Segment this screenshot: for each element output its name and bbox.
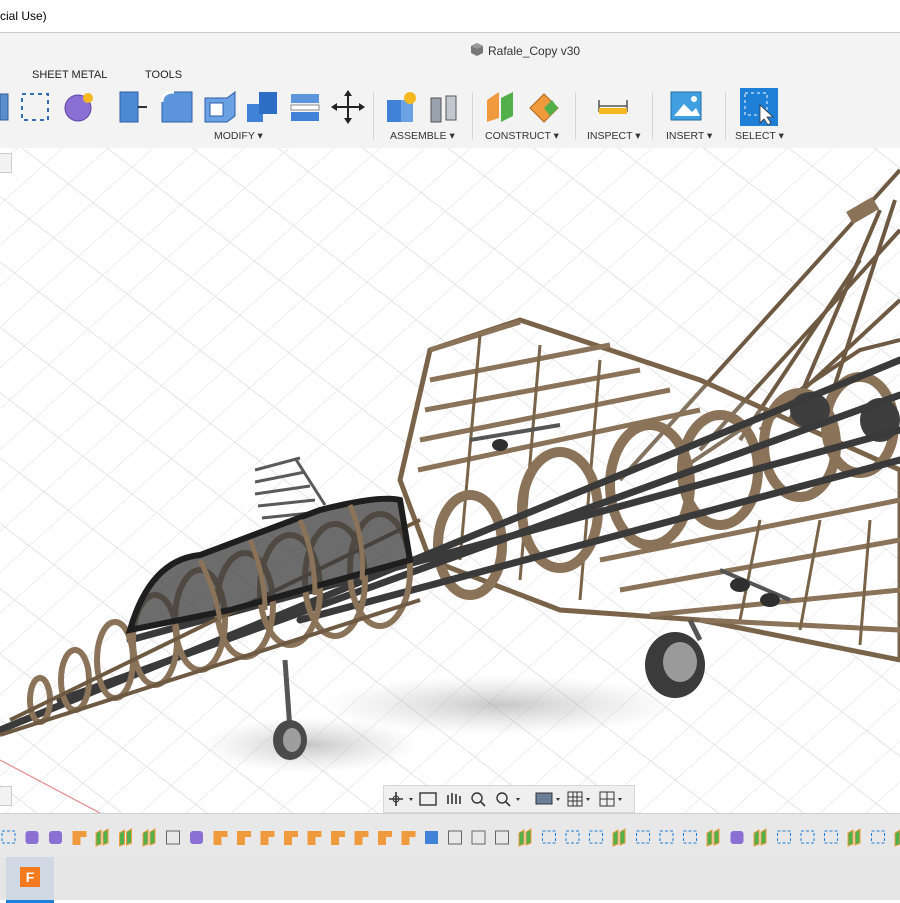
document-title: Rafale_Copy v30 <box>488 44 581 58</box>
timeline-feature-box-icon[interactable] <box>166 830 180 845</box>
design-history-timeline[interactable] <box>0 813 900 858</box>
insert-image-icon[interactable] <box>670 90 702 124</box>
timeline-feature-extrude-icon[interactable] <box>331 831 345 845</box>
joint-icon[interactable] <box>428 90 462 126</box>
timeline-feature-box-icon[interactable] <box>495 830 509 845</box>
timeline-feature-sketch-icon[interactable] <box>565 830 580 844</box>
timeline-feature-sketch-icon[interactable] <box>824 830 838 844</box>
inspect-group-label[interactable]: INSPECT ▾ <box>587 130 641 142</box>
timeline-feature-box-icon[interactable] <box>448 830 462 845</box>
timeline-feature-sketch-icon[interactable] <box>1 830 16 844</box>
modify-group-label[interactable]: MODIFY ▾ <box>214 130 263 142</box>
timeline-feature-extrude-icon[interactable] <box>260 831 275 845</box>
rafale-wireframe-model[interactable] <box>0 148 900 813</box>
press-pull-icon[interactable] <box>118 90 148 126</box>
fusion-taskbar-button[interactable]: F <box>6 857 54 903</box>
insert-group-label[interactable]: INSERT ▾ <box>666 130 712 142</box>
timeline-feature-joint-icon[interactable] <box>518 828 532 847</box>
timeline-feature-extrude-icon[interactable] <box>307 831 322 845</box>
window-title: cial Use) <box>0 9 47 23</box>
timeline-feature-extrude-icon[interactable] <box>72 831 87 845</box>
browser-toggle[interactable] <box>0 153 12 173</box>
fillet-icon[interactable] <box>160 90 194 126</box>
timeline-feature-sketch-icon[interactable] <box>683 830 697 844</box>
construct-group-label[interactable]: CONSTRUCT ▾ <box>485 130 559 142</box>
assemble-group-label[interactable]: ASSEMBLE ▾ <box>390 130 455 142</box>
grid-snaps-icon <box>567 791 583 807</box>
offset-plane-icon[interactable] <box>485 90 519 126</box>
zoom-icon <box>471 792 483 804</box>
timeline-feature-joint-icon[interactable] <box>894 829 900 847</box>
timeline-feature-body-icon[interactable] <box>49 831 62 844</box>
timeline-feature-extrude-icon[interactable] <box>237 831 251 845</box>
display-settings-icon <box>535 792 553 805</box>
look-at-icon <box>419 792 437 806</box>
timeline-features[interactable] <box>0 814 900 858</box>
timeline-feature-body-icon[interactable] <box>190 831 203 844</box>
timeline-feature-joint-icon[interactable] <box>142 828 156 847</box>
window-title-bar: cial Use) <box>0 0 900 33</box>
timeline-feature-sketch-icon[interactable] <box>777 830 791 844</box>
split-body-icon[interactable] <box>289 90 323 126</box>
tab-tools[interactable]: TOOLS <box>145 69 182 81</box>
timeline-feature-body-icon[interactable] <box>25 831 39 844</box>
timeline-feature-joint-icon[interactable] <box>612 828 626 847</box>
document-cube-icon <box>471 43 483 56</box>
timeline-feature-extrude-icon[interactable] <box>213 831 228 845</box>
select-icon[interactable] <box>740 88 778 126</box>
pan-hand-icon <box>447 793 461 804</box>
new-component-icon[interactable] <box>385 90 419 126</box>
timeline-feature-joint-icon[interactable] <box>95 828 109 847</box>
timeline-feature-joint-icon[interactable] <box>753 828 767 847</box>
timeline-feature-sketch-icon[interactable] <box>800 830 815 844</box>
timeline-feature-extrude-icon[interactable] <box>284 831 298 845</box>
3d-canvas-viewport[interactable] <box>0 148 900 813</box>
timeline-feature-joint-icon[interactable] <box>706 828 720 847</box>
timeline-feature-sketch-icon[interactable] <box>636 830 650 844</box>
windows-taskbar: F <box>0 857 900 903</box>
shell-icon[interactable] <box>203 90 237 126</box>
timeline-feature-combine-icon[interactable] <box>425 831 438 844</box>
timeline-feature-sketch-icon[interactable] <box>659 830 674 844</box>
combine-icon[interactable] <box>245 90 279 126</box>
select-group-label[interactable]: SELECT ▾ <box>735 130 784 142</box>
ribbon-separator <box>575 92 576 140</box>
timeline-feature-extrude-icon[interactable] <box>354 831 369 845</box>
plane-at-angle-icon[interactable] <box>528 90 562 126</box>
timeline-feature-extrude-icon[interactable] <box>401 831 416 845</box>
timeline-feature-sketch-icon[interactable] <box>589 830 603 844</box>
ribbon-separator <box>472 92 473 140</box>
timeline-feature-extrude-icon[interactable] <box>378 831 392 845</box>
navigation-bar <box>383 785 635 813</box>
orbit-icon <box>389 792 403 806</box>
timeline-feature-body-icon[interactable] <box>730 831 744 844</box>
ribbon-separator <box>652 92 653 140</box>
move-icon[interactable] <box>331 90 365 126</box>
sheet-metal-tools-icons[interactable] <box>0 90 100 126</box>
navigation-tools[interactable] <box>384 786 634 812</box>
measure-icon[interactable] <box>597 96 629 116</box>
timeline-feature-sketch-icon[interactable] <box>871 830 885 844</box>
timeline-feature-sketch-icon[interactable] <box>542 830 556 844</box>
fit-icon <box>496 792 508 804</box>
timeline-feature-box-icon[interactable] <box>471 830 486 845</box>
fusion-app-icon: F <box>20 867 40 887</box>
viewports-icon <box>599 791 615 807</box>
tab-sheet-metal[interactable]: SHEET METAL <box>32 69 107 81</box>
ribbon-separator <box>725 92 726 140</box>
timeline-feature-joint-icon[interactable] <box>119 828 132 847</box>
comments-toggle[interactable] <box>0 786 12 806</box>
timeline-feature-joint-icon[interactable] <box>847 828 861 847</box>
ribbon-separator <box>373 92 374 140</box>
